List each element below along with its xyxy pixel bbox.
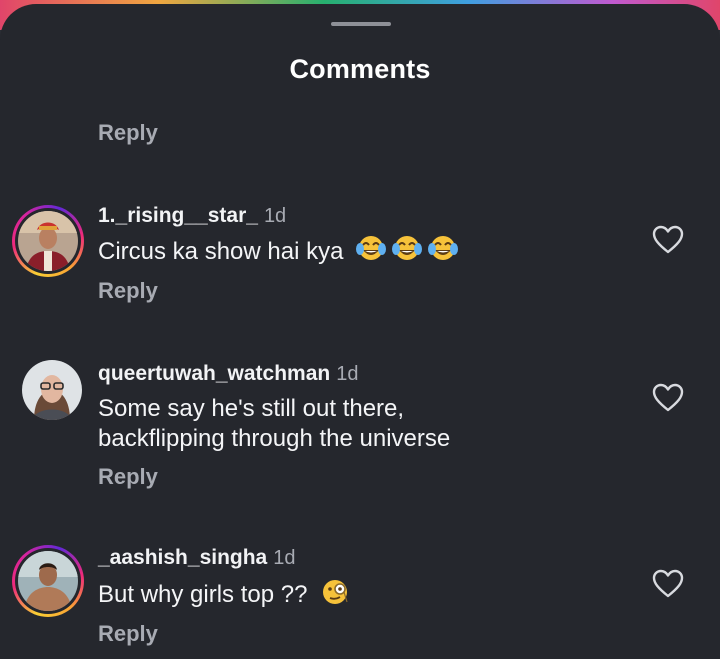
drag-handle[interactable] xyxy=(331,22,391,26)
avatar[interactable] xyxy=(12,205,84,277)
comment-text-line: Some say he's still out there, xyxy=(98,395,405,422)
comment-username[interactable]: queertuwah_watchman 1d xyxy=(98,362,358,386)
monocle-face-emoji-icon xyxy=(320,578,350,614)
tears-of-joy-emoji-icon xyxy=(428,235,459,271)
avatar-image xyxy=(18,211,78,271)
tears-of-joy-emoji-icon xyxy=(356,235,387,271)
reply-button[interactable]: Reply xyxy=(98,621,158,647)
reply-button[interactable]: Reply xyxy=(98,278,158,304)
heart-outline-icon[interactable] xyxy=(652,225,684,255)
avatar[interactable] xyxy=(12,545,84,617)
comment-text: Circus ka show hai kya xyxy=(98,235,459,271)
reply-button[interactable]: Reply xyxy=(98,120,158,146)
comments-sheet: Comments Reply 1._rising__star_ 1d Circu… xyxy=(0,4,720,659)
heart-outline-icon[interactable] xyxy=(652,383,684,413)
comment-text-line: backflipping through the universe xyxy=(98,425,451,452)
avatar-image xyxy=(22,360,82,420)
comment-text: But why girls top ?? xyxy=(98,578,350,614)
comment-timestamp: 1d xyxy=(263,205,287,227)
heart-outline-icon[interactable] xyxy=(652,569,684,599)
reply-button[interactable]: Reply xyxy=(98,464,158,490)
sheet-title: Comments xyxy=(289,54,431,84)
comment-timestamp: 1d xyxy=(336,363,359,385)
avatar-image xyxy=(18,551,78,611)
comment-username[interactable]: 1._rising__star_ 1d xyxy=(98,204,286,228)
comment-username[interactable]: _aashish_singha 1d xyxy=(98,546,296,570)
avatar[interactable] xyxy=(22,360,82,420)
comment-timestamp: 1d xyxy=(273,547,296,569)
tears-of-joy-emoji-icon xyxy=(392,235,423,271)
